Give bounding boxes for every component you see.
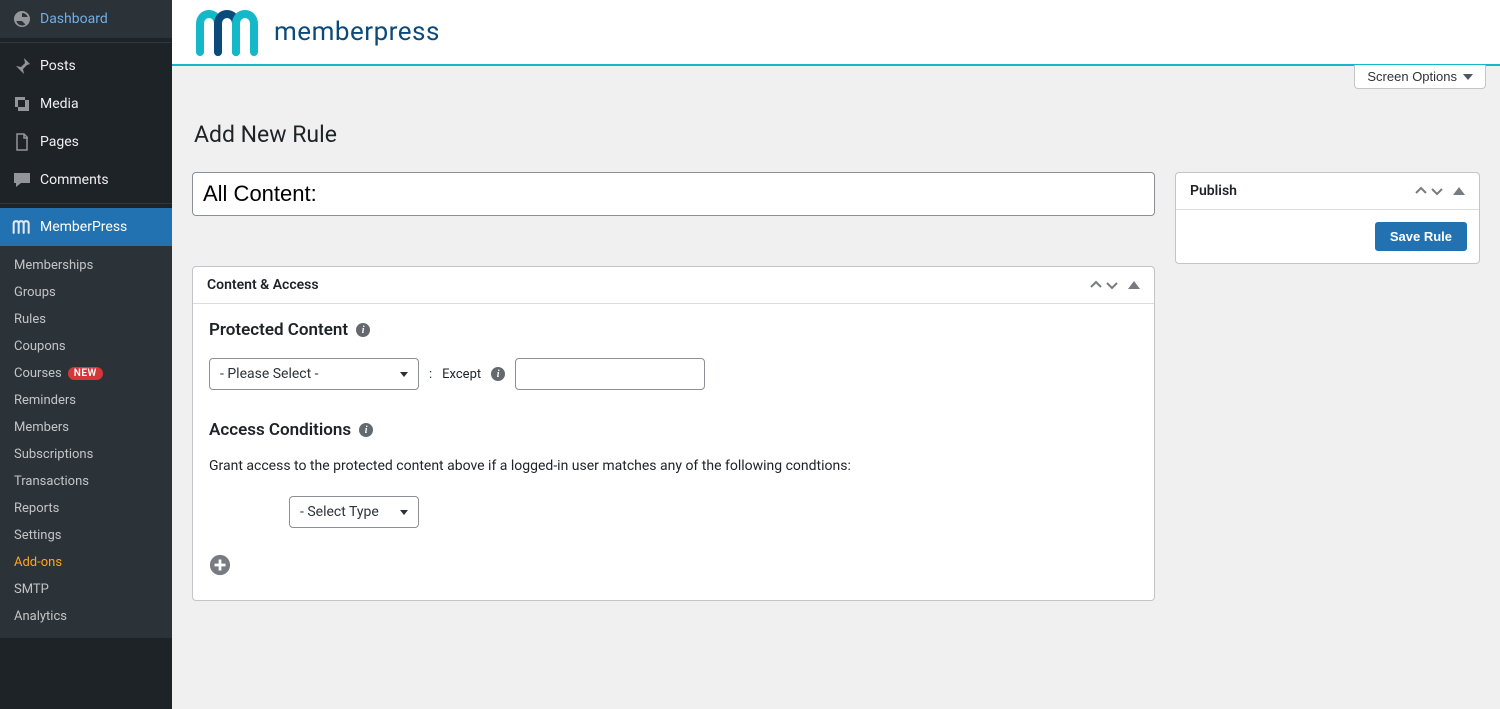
except-label: Except	[442, 367, 481, 382]
submenu-transactions[interactable]: Transactions	[0, 468, 172, 495]
submenu-groups[interactable]: Groups	[0, 279, 172, 306]
submenu-courses[interactable]: Courses NEW	[0, 360, 172, 387]
panel-toggle-icon[interactable]	[1453, 187, 1465, 195]
menu-comments[interactable]: Comments	[0, 161, 172, 199]
submenu-analytics[interactable]: Analytics	[0, 603, 172, 630]
page-title: Add New Rule	[194, 121, 1480, 148]
panel-header: Content & Access	[193, 267, 1154, 304]
access-conditions-hint: Grant access to the protected content ab…	[209, 458, 1138, 474]
submenu-settings[interactable]: Settings	[0, 522, 172, 549]
publish-panel: Publish Save Rule	[1175, 172, 1480, 264]
menu-label: MemberPress	[40, 219, 127, 235]
panel-title: Publish	[1190, 183, 1237, 199]
menu-memberpress[interactable]: MemberPress	[0, 208, 172, 246]
info-icon[interactable]: i	[491, 367, 505, 381]
main-area: memberpress Screen Options Add New Rule …	[172, 0, 1500, 709]
brand-bar: memberpress	[172, 0, 1500, 66]
rule-title-input[interactable]	[192, 172, 1155, 216]
menu-label: Dashboard	[40, 11, 108, 27]
chevron-down-icon[interactable]	[1106, 279, 1118, 291]
save-rule-button[interactable]: Save Rule	[1375, 222, 1467, 251]
condition-type-select[interactable]: - Select Type	[289, 496, 419, 528]
chevron-up-icon[interactable]	[1415, 185, 1427, 197]
dashboard-icon	[12, 9, 32, 29]
menu-label: Comments	[40, 172, 109, 188]
submenu-subscriptions[interactable]: Subscriptions	[0, 441, 172, 468]
brand-name: memberpress	[274, 17, 440, 47]
comment-icon	[12, 170, 32, 190]
submenu-reports[interactable]: Reports	[0, 495, 172, 522]
page-icon	[12, 132, 32, 152]
menu-media[interactable]: Media	[0, 85, 172, 123]
memberpress-icon	[12, 217, 32, 237]
except-input[interactable]	[515, 358, 705, 390]
protected-content-select[interactable]: - Please Select -	[209, 358, 419, 390]
panel-toggle-icon[interactable]	[1128, 281, 1140, 289]
submenu-coupons[interactable]: Coupons	[0, 333, 172, 360]
info-icon[interactable]: i	[356, 323, 370, 337]
media-icon	[12, 94, 32, 114]
protected-content-heading: Protected Content	[209, 320, 348, 340]
colon-separator: :	[429, 367, 432, 382]
pin-icon	[12, 56, 32, 76]
screen-options-button[interactable]: Screen Options	[1354, 65, 1486, 89]
access-conditions-heading: Access Conditions	[209, 420, 351, 440]
menu-label: Media	[40, 96, 79, 112]
info-icon[interactable]: i	[359, 423, 373, 437]
menu-pages[interactable]: Pages	[0, 123, 172, 161]
menu-dashboard[interactable]: Dashboard	[0, 0, 172, 38]
badge-new: NEW	[68, 367, 103, 380]
memberpress-submenu: Memberships Groups Rules Coupons Courses…	[0, 246, 172, 638]
chevron-down-icon[interactable]	[1431, 185, 1443, 197]
panel-header: Publish	[1176, 173, 1479, 210]
menu-label: Posts	[40, 58, 76, 74]
submenu-rules[interactable]: Rules	[0, 306, 172, 333]
panel-title: Content & Access	[207, 277, 319, 293]
memberpress-logo: memberpress	[196, 8, 440, 56]
menu-posts[interactable]: Posts	[0, 47, 172, 85]
chevron-up-icon[interactable]	[1090, 279, 1102, 291]
admin-sidebar: Dashboard Posts Media Pages Comments Mem…	[0, 0, 172, 709]
submenu-members[interactable]: Members	[0, 414, 172, 441]
menu-label: Pages	[40, 134, 79, 150]
memberpress-logo-icon	[196, 8, 260, 56]
submenu-memberships[interactable]: Memberships	[0, 252, 172, 279]
submenu-addons[interactable]: Add-ons	[0, 549, 172, 576]
submenu-reminders[interactable]: Reminders	[0, 387, 172, 414]
add-condition-button[interactable]	[209, 554, 231, 576]
triangle-down-icon	[1463, 74, 1473, 80]
submenu-smtp[interactable]: SMTP	[0, 576, 172, 603]
content-access-panel: Content & Access Protected Content	[192, 266, 1155, 601]
